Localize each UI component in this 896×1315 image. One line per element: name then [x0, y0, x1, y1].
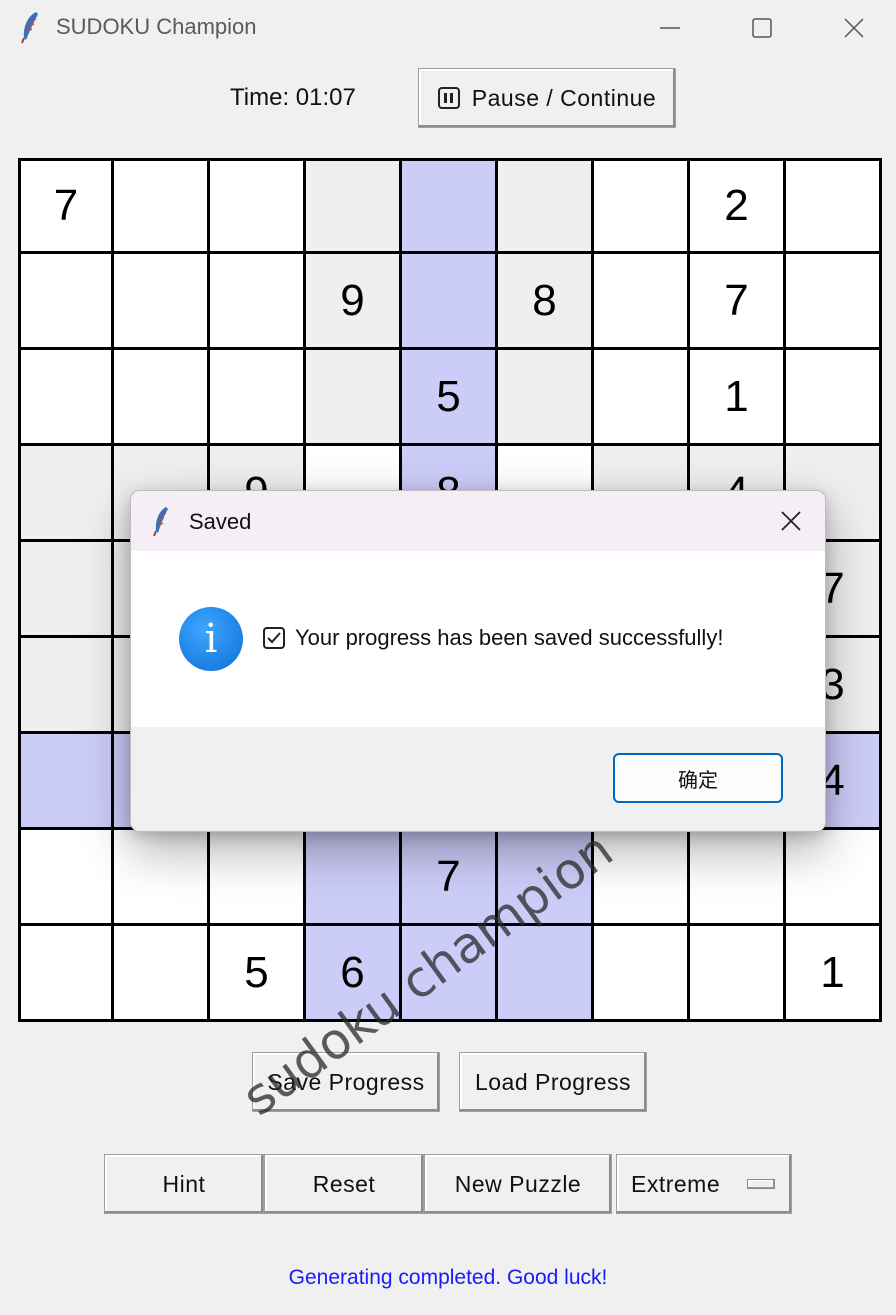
grid-cell[interactable]: 9 [306, 254, 402, 350]
minimize-icon [660, 27, 680, 29]
ok-button[interactable]: 确定 [613, 753, 783, 803]
ok-label: 确定 [678, 767, 718, 792]
grid-cell[interactable] [210, 158, 306, 254]
grid-cell[interactable] [306, 350, 402, 446]
grid-cell[interactable]: 2 [690, 158, 786, 254]
grid-cell[interactable]: 1 [690, 350, 786, 446]
difficulty-value: Extreme [631, 1170, 721, 1197]
grid-cell[interactable] [18, 254, 114, 350]
load-progress-label: Load Progress [474, 1068, 632, 1095]
grid-cell[interactable] [210, 830, 306, 926]
grid-cell[interactable] [18, 542, 114, 638]
reset-label: Reset [312, 1170, 376, 1197]
grid-cell[interactable] [594, 830, 690, 926]
title-bar: SUDOKU Champion [0, 0, 896, 56]
pause-continue-label: Pause / Continue [471, 84, 657, 111]
maximize-icon [752, 18, 772, 38]
new-puzzle-button[interactable]: New Puzzle [424, 1154, 612, 1214]
grid-cell[interactable]: 5 [210, 926, 306, 1022]
grid-cell[interactable]: 5 [402, 350, 498, 446]
grid-cell[interactable] [210, 254, 306, 350]
grid-cell[interactable] [114, 830, 210, 926]
grid-cell[interactable] [786, 830, 882, 926]
difficulty-select[interactable]: Extreme [616, 1154, 792, 1214]
grid-cell[interactable] [498, 926, 594, 1022]
reset-button[interactable]: Reset [264, 1154, 424, 1214]
grid-cell[interactable] [114, 350, 210, 446]
grid-cell[interactable] [18, 638, 114, 734]
grid-cell[interactable] [18, 734, 114, 830]
grid-cell[interactable] [18, 446, 114, 542]
close-window-button[interactable] [808, 0, 896, 56]
grid-cell[interactable] [594, 254, 690, 350]
grid-cell[interactable] [18, 926, 114, 1022]
grid-cell[interactable] [594, 350, 690, 446]
grid-cell[interactable] [690, 830, 786, 926]
grid-cell[interactable] [402, 158, 498, 254]
saved-dialog: Saved i Your progress has been saved suc… [130, 490, 826, 832]
save-progress-button[interactable]: Save Progress [252, 1052, 440, 1112]
status-message: Generating completed. Good luck! [288, 1266, 608, 1289]
grid-cell[interactable] [690, 926, 786, 1022]
checkbox-icon [263, 627, 285, 649]
grid-cell[interactable] [786, 158, 882, 254]
minimize-button[interactable] [624, 0, 716, 56]
dialog-footer: 确定 [131, 727, 825, 831]
window-title: SUDOKU Champion [56, 14, 257, 39]
grid-cell[interactable] [306, 158, 402, 254]
grid-cell[interactable]: 6 [306, 926, 402, 1022]
grid-cell[interactable] [114, 926, 210, 1022]
dialog-title: Saved [189, 509, 252, 534]
load-progress-button[interactable]: Load Progress [459, 1052, 647, 1112]
grid-cell[interactable]: 8 [498, 254, 594, 350]
feather-icon [153, 507, 168, 537]
dialog-body: i Your progress has been saved successfu… [131, 551, 825, 727]
timer-label: Time: 01:07 [230, 84, 356, 111]
option-menu-indicator-icon [747, 1179, 775, 1189]
new-puzzle-label: New Puzzle [454, 1170, 582, 1197]
grid-cell[interactable] [114, 158, 210, 254]
grid-cell[interactable] [498, 158, 594, 254]
pause-icon [437, 87, 460, 109]
close-icon [844, 18, 864, 38]
grid-cell[interactable]: 7 [690, 254, 786, 350]
grid-cell[interactable] [786, 350, 882, 446]
grid-cell[interactable] [594, 926, 690, 1022]
grid-cell[interactable]: 1 [786, 926, 882, 1022]
grid-cell[interactable] [210, 350, 306, 446]
grid-cell[interactable] [114, 254, 210, 350]
hint-label: Hint [162, 1170, 206, 1197]
pause-continue-button[interactable]: Pause / Continue [418, 68, 676, 128]
dialog-message: Your progress has been saved successfull… [263, 625, 723, 651]
grid-cell[interactable] [306, 830, 402, 926]
grid-cell[interactable] [18, 350, 114, 446]
dialog-close-button[interactable] [771, 503, 811, 539]
close-icon [781, 511, 801, 531]
grid-cell[interactable] [402, 254, 498, 350]
feather-icon [21, 12, 38, 44]
dialog-title-bar: Saved [131, 491, 825, 551]
save-progress-label: Save Progress [267, 1068, 425, 1095]
grid-cell[interactable]: 7 [402, 830, 498, 926]
grid-cell[interactable] [402, 926, 498, 1022]
maximize-button[interactable] [716, 0, 808, 56]
grid-cell[interactable] [18, 830, 114, 926]
grid-cell[interactable]: 7 [18, 158, 114, 254]
grid-cell[interactable] [498, 350, 594, 446]
grid-cell[interactable] [786, 254, 882, 350]
grid-cell[interactable] [594, 158, 690, 254]
grid-cell[interactable] [498, 830, 594, 926]
info-icon: i [179, 607, 243, 671]
dialog-message-text: Your progress has been saved successfull… [295, 625, 724, 650]
hint-button[interactable]: Hint [104, 1154, 264, 1214]
